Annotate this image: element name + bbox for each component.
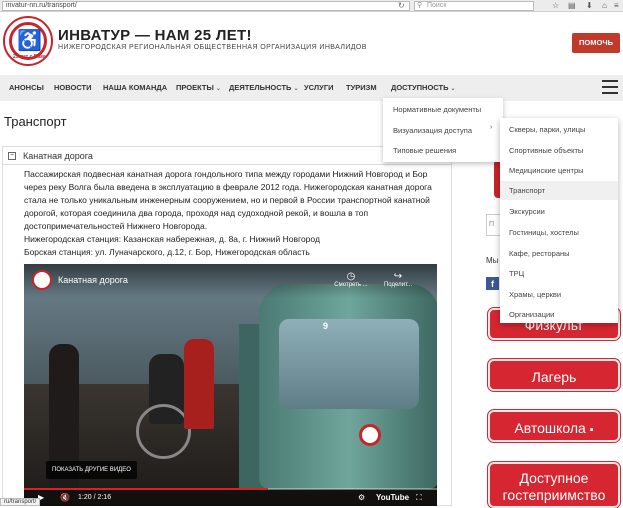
nav-label: ПРОЕКТЫ [176, 83, 214, 92]
submenu-item[interactable]: Экскурсии [509, 207, 545, 216]
reload-icon[interactable]: ↻ [398, 0, 405, 11]
menu-icon[interactable]: ≡ [614, 0, 619, 11]
gondola-logo [359, 424, 381, 446]
more-videos-button[interactable]: ПОКАЗАТЬ ДРУГИЕ ВИДЕО [46, 461, 137, 479]
clock-icon: ◷ [346, 271, 356, 282]
status-bar-url: ru/transport/ [0, 498, 41, 506]
help-button[interactable]: ПОМОЧЬ [572, 33, 620, 53]
station-address-bor: Борская станция: ул. Луначарского, д.12,… [24, 247, 310, 257]
submenu-item[interactable]: Скверы, парки, улицы [509, 125, 585, 134]
wheelchair-icon: ♿ [17, 30, 42, 52]
gondola-number: 9 [323, 321, 329, 331]
home-icon[interactable]: ⌂ [602, 0, 607, 11]
submenu-item[interactable]: Храмы, церкви [509, 290, 561, 299]
fullscreen-icon[interactable]: ⛶ [416, 492, 422, 504]
nav-item-anonsy[interactable]: АНОНСЫ [9, 75, 44, 101]
nav-item-komanda[interactable]: НАША КОМАНДА [103, 75, 167, 101]
nav-item-novosti[interactable]: НОВОСТИ [54, 75, 92, 101]
video-title[interactable]: Канатная дорога [58, 275, 128, 285]
helper-figure [184, 339, 214, 429]
library-icon[interactable]: ▤ [568, 0, 576, 11]
submenu-item[interactable]: ТРЦ [509, 269, 524, 278]
bookmark-star-icon[interactable]: ☆ [552, 0, 559, 11]
site-logo[interactable]: ♿ 25 лет с Вами [3, 16, 53, 66]
submenu-item[interactable]: Организации [509, 310, 554, 319]
collapse-icon[interactable]: − [8, 152, 16, 160]
youtube-logo[interactable]: YouTube [376, 492, 409, 504]
site-title[interactable]: ИНВАТУР — НАМ 25 ЛЕТ! [58, 27, 252, 44]
nav-label: ДЕЯТЕЛЬНОСТЬ [229, 83, 292, 92]
dropdown-vizualizatsiya: Скверы, парки, улицы Спортивные объекты … [500, 118, 618, 323]
share-label: Поделит... [383, 282, 413, 288]
nav-label: ДОСТУПНОСТЬ [391, 83, 449, 92]
nav-item-uslugi[interactable]: УСЛУГИ [304, 75, 333, 101]
logo-caption: 25 лет с Вами [13, 54, 47, 60]
main-nav: АНОНСЫ НОВОСТИ НАША КОМАНДА ПРОЕКТЫ ⌄ ДЕЯ… [0, 75, 623, 101]
article-paragraph: Пассажирская подвесная канатная дорога г… [24, 169, 432, 231]
accordion-title: Канатная дорога [23, 151, 93, 161]
menu-item-vizualizatsiya[interactable]: Визуализация доступа [393, 126, 472, 135]
page-title: Транспорт [4, 114, 67, 129]
address-bar[interactable]: invatur-nn.ru/transport/ [2, 1, 410, 11]
download-icon[interactable]: ⬇ [586, 0, 593, 11]
search-placeholder: Поиск [427, 2, 447, 9]
hamburger-menu-icon[interactable] [602, 80, 618, 94]
watch-later-label: Смотреть ... [334, 282, 368, 288]
browser-toolbar: invatur-nn.ru/transport/ ↻ ⚲ Поиск ☆ ▤ ⬇… [0, 0, 623, 12]
submenu-item[interactable]: Гостиницы, хостелы [509, 228, 579, 237]
video-player[interactable]: 9 Канатная дорога ◷ Смотреть ... ↪ Подел… [24, 264, 437, 506]
nav-label: НОВОСТИ [54, 83, 92, 92]
avtoshkola-label: Автошкола [514, 420, 586, 436]
article-body: Пассажирская подвесная канатная дорога г… [24, 168, 444, 259]
channel-avatar[interactable] [32, 270, 52, 290]
nav-label: УСЛУГИ [304, 83, 334, 92]
wheelchair-wheel [136, 404, 191, 459]
nav-item-deyatelnost[interactable]: ДЕЯТЕЛЬНОСТЬ ⌄ [229, 75, 298, 101]
nav-label: АНОНСЫ [9, 83, 44, 92]
facebook-icon[interactable]: f [486, 277, 499, 290]
nav-item-proekty[interactable]: ПРОЕКТЫ ⌄ [176, 75, 221, 101]
share-button[interactable]: ↪ Поделит... [380, 271, 416, 288]
browser-search-input[interactable]: ⚲ Поиск [414, 1, 534, 11]
gondola-window [279, 319, 419, 409]
nav-label: НАША КОМАНДА [103, 83, 168, 92]
submenu-item[interactable]: Спортивные объекты [509, 146, 583, 155]
station-address-nn: Нижегородская станция: Казанская набереж… [24, 234, 320, 244]
settings-gear-icon[interactable]: ⚙ [358, 492, 365, 504]
sidebar-button-lager[interactable]: Лагерь [488, 359, 620, 391]
chevron-right-icon: › [490, 124, 493, 131]
video-controls: ▶ 🔇 1:20 / 2:16 ⚙ YouTube ⛶ [24, 490, 437, 506]
watch-later-button[interactable]: ◷ Смотреть ... [331, 271, 371, 288]
dropdown-dostupnost: Нормативные документы Визуализация досту… [383, 98, 503, 162]
site-subtitle: НИЖЕГОРОДСКАЯ РЕГИОНАЛЬНАЯ ОБЩЕСТВЕННАЯ … [58, 44, 367, 51]
sidebar-social-heading: Мы [486, 256, 499, 265]
submenu-item-active[interactable]: Транспорт [509, 186, 545, 195]
submenu-item[interactable]: Медицинские центры [509, 166, 584, 175]
menu-item-tipovye[interactable]: Типовые решения [393, 146, 456, 155]
chevron-down-icon: ⌄ [215, 86, 221, 92]
video-time: 1:20 / 2:16 [78, 494, 112, 501]
menu-item-normativnye[interactable]: Нормативные документы [393, 105, 481, 114]
book-icon: ▪ [589, 424, 594, 436]
sidebar-button-dostupnoe[interactable]: Доступное гостеприимство [488, 462, 620, 508]
nav-label: ТУРИЗМ [346, 83, 377, 92]
share-icon: ↪ [393, 271, 403, 282]
chevron-down-icon: ⌄ [293, 86, 299, 92]
nav-item-turizm[interactable]: ТУРИЗМ [346, 75, 377, 101]
sidebar-button-avtoshkola[interactable]: Автошкола ▪ [488, 410, 620, 442]
submenu-item[interactable]: Кафе, рестораны [509, 249, 570, 258]
mute-icon[interactable]: 🔇 [60, 492, 70, 504]
chevron-down-icon: ⌄ [450, 86, 456, 92]
search-icon: ⚲ [417, 2, 423, 9]
